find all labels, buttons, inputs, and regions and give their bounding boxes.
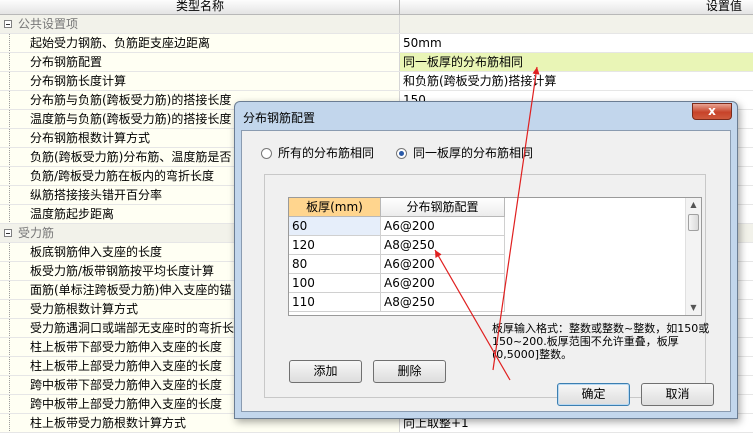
tree-gutter <box>0 319 18 337</box>
grid-name-cell[interactable]: 公共设置项 <box>0 15 400 33</box>
table-row[interactable]: 80 A6@200 <box>289 255 505 274</box>
grid-name-cell[interactable]: 分布钢筋配置 <box>0 53 400 71</box>
tree-gutter <box>0 186 18 204</box>
add-button[interactable]: 添加 <box>289 360 362 383</box>
tree-gutter <box>0 338 18 356</box>
grid-row[interactable]: 起始受力钢筋、负筋距支座边距离 50mm <box>0 34 753 53</box>
close-icon: x <box>708 104 716 118</box>
config-table[interactable]: 板厚(mm) 分布钢筋配置 60 A6@200 120 A8@250 80 A6@200 1… <box>288 197 702 316</box>
grid-row-label: 负筋/跨板受力筋在板内的弯折长度 <box>30 169 215 183</box>
config-cell[interactable]: A6@200 <box>381 274 505 293</box>
dialog-body: 所有的分布筋相同 同一板厚的分布筋相同 板厚(mm) 分布钢筋配置 60 A6@2… <box>241 130 731 412</box>
tree-gutter <box>0 395 18 413</box>
radio-all-same-indicator[interactable] <box>261 148 272 159</box>
tree-gutter <box>0 205 18 223</box>
table-row[interactable]: 120 A8@250 <box>289 236 505 255</box>
tree-gutter <box>0 357 18 375</box>
grid-row-label: 面筋(单标注跨板受力筋)伸入支座的锚 <box>30 283 232 297</box>
grid-row-label: 分布钢筋根数计算方式 <box>30 131 151 145</box>
scroll-up-icon[interactable]: ▲ <box>686 198 701 212</box>
tree-gutter <box>0 167 18 185</box>
config-cell[interactable]: A6@200 <box>381 255 505 274</box>
grid-row-label: 柱上板带下部受力筋伸入支座的长度 <box>30 340 223 354</box>
grid-row-label: 板底钢筋伸入支座的长度 <box>30 245 163 259</box>
tree-gutter <box>0 376 18 394</box>
tree-gutter <box>0 91 18 109</box>
grid-row-label: 分布钢筋长度计算 <box>30 74 127 88</box>
column-header-config[interactable]: 分布钢筋配置 <box>381 198 505 217</box>
tree-gutter <box>0 72 18 90</box>
radio-same-thickness-indicator[interactable] <box>396 148 407 159</box>
grid-row-label: 纵筋搭接接头错开百分率 <box>30 188 163 202</box>
grid-category-row[interactable]: 公共设置项 <box>0 15 753 34</box>
grid-value-cell[interactable]: 和负筋(跨板受力筋)搭接计算 <box>400 72 753 90</box>
table-header: 板厚(mm) 分布钢筋配置 <box>289 198 505 217</box>
grid-row[interactable]: 分布钢筋配置 同一板厚的分布筋相同 <box>0 53 753 72</box>
tree-gutter <box>0 110 18 128</box>
grid-row-label: 温度筋与负筋(跨板受力筋)的搭接长度 <box>30 112 232 126</box>
collapse-toggle-icon[interactable] <box>4 229 12 237</box>
grid-row-label: 公共设置项 <box>18 17 79 31</box>
config-cell[interactable]: A8@250 <box>381 236 505 255</box>
radio-all-same-label: 所有的分布筋相同 <box>278 146 375 160</box>
grid-row[interactable]: 分布钢筋长度计算 和负筋(跨板受力筋)搭接计算 <box>0 72 753 91</box>
scroll-thumb[interactable] <box>688 214 699 231</box>
grid-header: 类型名称 设置值 <box>0 0 753 15</box>
grid-row-label: 受力筋遇洞口或端部无支座时的弯折长 <box>30 321 235 335</box>
grid-row-label: 跨中板带下部受力筋伸入支座的长度 <box>30 378 223 392</box>
grid-row-label: 柱上板带受力筋根数计算方式 <box>30 416 187 430</box>
grid-name-cell[interactable]: 起始受力钢筋、负筋距支座边距离 <box>0 34 400 52</box>
tree-gutter <box>0 129 18 147</box>
tree-gutter <box>0 262 18 280</box>
distribution-rebar-dialog: 分布钢筋配置 x 所有的分布筋相同 同一板厚的分布筋相同 板厚(mm) 分布钢筋… <box>234 101 738 419</box>
close-button[interactable]: x <box>692 103 732 120</box>
grid-value-cell[interactable]: 同一板厚的分布筋相同 <box>400 53 753 71</box>
scroll-down-icon[interactable]: ▼ <box>686 301 701 315</box>
tree-gutter <box>0 148 18 166</box>
grid-row-label: 受力筋 <box>18 226 55 240</box>
grid-value-cell[interactable]: 50mm <box>400 34 753 52</box>
input-format-hint: 板厚输入格式：整数或整数~整数，如150或150~200.板厚范围不允许重叠，板… <box>492 322 710 361</box>
collapse-toggle-icon[interactable] <box>4 20 12 28</box>
grid-row-label: 柱上板带上部受力筋伸入支座的长度 <box>30 359 223 373</box>
column-header-thickness[interactable]: 板厚(mm) <box>289 198 381 217</box>
cancel-button[interactable]: 取消 <box>641 383 714 406</box>
thickness-cell[interactable]: 100 <box>289 274 381 293</box>
grid-row-label: 分布筋与负筋(跨板受力筋)的搭接长度 <box>30 93 232 107</box>
grid-row-label: 负筋(跨板受力筋)分布筋、温度筋是否 <box>30 150 232 164</box>
thickness-cell[interactable]: 60 <box>289 217 381 236</box>
ok-button[interactable]: 确定 <box>557 383 630 406</box>
table-row[interactable]: 60 A6@200 <box>289 217 505 236</box>
table-scrollbar[interactable]: ▲ ▼ <box>685 198 701 315</box>
delete-button[interactable]: 删除 <box>373 360 446 383</box>
thickness-cell[interactable]: 110 <box>289 293 381 312</box>
grid-name-cell[interactable]: 分布钢筋长度计算 <box>0 72 400 90</box>
grid-row-label: 分布钢筋配置 <box>30 55 103 69</box>
radio-same-thickness-label: 同一板厚的分布筋相同 <box>413 146 534 160</box>
thickness-cell[interactable]: 80 <box>289 255 381 274</box>
table-row[interactable]: 110 A8@250 <box>289 293 505 312</box>
tree-gutter <box>0 281 18 299</box>
tree-gutter <box>0 243 18 261</box>
grid-value-cell[interactable] <box>400 15 753 33</box>
tree-gutter <box>0 34 18 52</box>
header-type-name: 类型名称 <box>175 0 224 13</box>
grid-row-label: 温度筋起步距离 <box>30 207 115 221</box>
header-setting-value: 设置值 <box>706 0 743 13</box>
header-divider <box>399 0 400 14</box>
table-row[interactable]: 100 A6@200 <box>289 274 505 293</box>
tree-gutter <box>0 300 18 318</box>
config-cell[interactable]: A6@200 <box>381 217 505 236</box>
tree-gutter <box>0 53 18 71</box>
grid-row-label: 跨中板带上部受力筋伸入支座的长度 <box>30 397 223 411</box>
grid-row-label: 起始受力钢筋、负筋距支座边距离 <box>30 36 211 50</box>
grid-row-label: 受力筋根数计算方式 <box>30 302 139 316</box>
tree-gutter <box>0 414 18 432</box>
thickness-cell[interactable]: 120 <box>289 236 381 255</box>
dialog-title: 分布钢筋配置 <box>243 111 316 125</box>
grid-row-label: 板受力筋/板带钢筋按平均长度计算 <box>30 264 215 278</box>
config-cell[interactable]: A8@250 <box>381 293 505 312</box>
